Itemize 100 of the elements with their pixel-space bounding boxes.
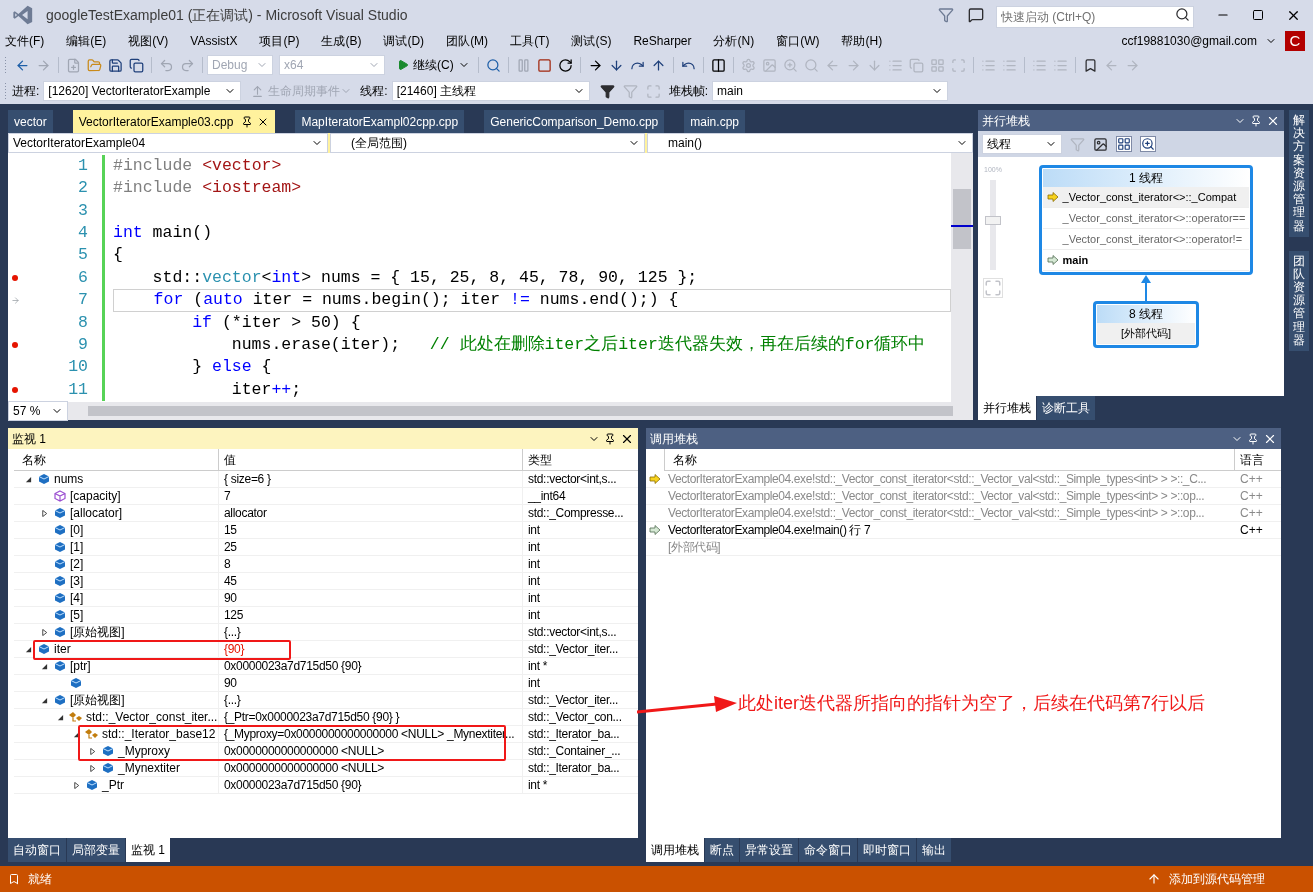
- pin-icon[interactable]: [241, 115, 254, 128]
- menu-item[interactable]: 分析(N): [708, 32, 760, 50]
- menu-item[interactable]: 文件(F): [0, 32, 50, 50]
- stack-frame-row[interactable]: _Vector_const_iterator<>::_Compat: [1042, 187, 1250, 208]
- collapsed-triangle-icon[interactable]: [88, 764, 96, 772]
- arrow-right-icon[interactable]: [587, 57, 603, 73]
- document-tab[interactable]: VectorIteratorExample03.cpp: [72, 110, 276, 133]
- horizontal-scrollbar[interactable]: [88, 406, 953, 416]
- column-header[interactable]: 类型: [523, 449, 638, 470]
- member-dropdown[interactable]: main(): [647, 133, 973, 153]
- collapsed-triangle-icon[interactable]: [88, 747, 96, 755]
- restart-icon[interactable]: [557, 57, 573, 73]
- menu-item[interactable]: 项目(P): [254, 32, 305, 50]
- panel-tab[interactable]: 自动窗口: [8, 838, 66, 862]
- maximize-icon[interactable]: [1252, 9, 1264, 21]
- menu-item[interactable]: 测试(S): [566, 32, 617, 50]
- panel-tab[interactable]: 断点: [705, 838, 739, 862]
- document-tab[interactable]: main.cpp: [684, 110, 745, 133]
- variable-type: int *: [527, 777, 549, 793]
- collapsed-triangle-icon[interactable]: [40, 509, 48, 517]
- arrow-up-icon[interactable]: [1147, 872, 1161, 886]
- thread-label: 线程:: [360, 83, 388, 100]
- columns-icon[interactable]: [710, 57, 726, 73]
- column-header[interactable]: 名称: [664, 449, 1235, 470]
- stack-frame-row[interactable]: _Vector_const_iterator<>::operator!=: [1042, 229, 1250, 250]
- slider-thumb[interactable]: [985, 215, 1001, 225]
- quick-launch-field[interactable]: 快速启动 (Ctrl+Q): [996, 6, 1194, 28]
- stack-frame-row[interactable]: [外部代码]: [1096, 323, 1196, 344]
- document-tab[interactable]: GenericComparison_Demo.cpp: [484, 110, 665, 133]
- collapsed-triangle-icon[interactable]: [72, 781, 80, 789]
- document-tab[interactable]: MapIteratorExampl02cpp.cpp: [295, 110, 465, 133]
- panel-tab[interactable]: 异常设置: [740, 838, 798, 862]
- feedback-icon[interactable]: [968, 7, 984, 23]
- document-tab[interactable]: vector: [8, 110, 53, 133]
- zoom-slider[interactable]: [985, 179, 1001, 270]
- avatar[interactable]: C: [1285, 31, 1305, 51]
- vertical-scrollbar[interactable]: [951, 153, 973, 402]
- column-header[interactable]: 语言: [1235, 449, 1281, 470]
- save-all-icon[interactable]: [129, 57, 144, 73]
- menu-item[interactable]: 帮助(H): [836, 32, 888, 50]
- call-stack-row[interactable]: VectorIteratorExample04.exe!std::_Vector_const_iterator<std::_Vector_val<std::_Simple_types<int> > >::op... C++: [646, 505, 1281, 522]
- menu-item[interactable]: 编辑(E): [61, 32, 112, 50]
- menu-item[interactable]: VAssistX: [185, 32, 243, 50]
- column-header[interactable]: 值: [219, 449, 523, 470]
- zoom-dropdown[interactable]: 57 %: [8, 401, 68, 421]
- search-icon[interactable]: [1175, 7, 1190, 22]
- panel-tab[interactable]: 局部变量: [67, 838, 125, 862]
- panel-tab[interactable]: 监视 1: [126, 838, 170, 862]
- menu-item[interactable]: ReSharper: [628, 32, 697, 50]
- menu-item[interactable]: 团队(M): [441, 32, 494, 50]
- pin-icon[interactable]: [1247, 432, 1259, 445]
- expanded-triangle-icon[interactable]: [56, 713, 64, 721]
- call-stack-row[interactable]: VectorIteratorExample04.exe!std::_Vector_const_iterator<std::_Vector_val<std::_Simple_types<int> > >::op... C++: [646, 488, 1281, 505]
- menu-item[interactable]: 工具(T): [505, 32, 555, 50]
- menu-item[interactable]: 窗口(W): [771, 32, 825, 50]
- stack-frame-label: 堆栈帧:: [668, 83, 709, 100]
- save-icon[interactable]: [108, 57, 123, 73]
- expanded-triangle-icon[interactable]: [24, 645, 32, 653]
- call-stack-row[interactable]: VectorIteratorExample04.exe!std::_Vector_const_iterator<std::_Vector_val<std::_Simple_types<int> > >::_C... C++: [646, 471, 1281, 488]
- side-tab[interactable]: 团队资源管理器: [1289, 250, 1309, 351]
- column-header[interactable]: 名称: [14, 449, 219, 470]
- panel-tab[interactable]: 并行堆栈: [978, 396, 1036, 420]
- expanded-triangle-icon[interactable]: [24, 475, 32, 483]
- step-out-icon[interactable]: [650, 57, 666, 73]
- panel-tab[interactable]: 命令窗口: [799, 838, 857, 862]
- process-dropdown[interactable]: [12620] VectorIteratorExample: [43, 81, 242, 101]
- stack-frame-dropdown[interactable]: main: [712, 81, 949, 101]
- step-into-icon[interactable]: [608, 57, 624, 73]
- panel-tab[interactable]: 输出: [917, 838, 951, 862]
- bookmark-icon[interactable]: [1082, 57, 1098, 73]
- collapsed-triangle-icon[interactable]: [40, 628, 48, 636]
- account-name[interactable]: ccf19881030@gmail.com: [1121, 32, 1257, 50]
- expanded-triangle-icon[interactable]: [40, 696, 48, 704]
- back-icon[interactable]: [15, 57, 30, 73]
- call-stack-row[interactable]: VectorIteratorExample04.exe!main() 行 7 C++: [646, 522, 1281, 539]
- source-control-link[interactable]: 添加到源代码管理: [1169, 870, 1265, 888]
- find-icon[interactable]: [485, 57, 501, 73]
- panel-tab[interactable]: 诊断工具: [1037, 396, 1095, 420]
- filter-icon[interactable]: [599, 83, 615, 99]
- pin-icon[interactable]: [604, 432, 616, 445]
- pin-icon[interactable]: [1250, 114, 1262, 127]
- project-dropdown[interactable]: VectorIteratorExample04: [8, 133, 328, 153]
- panel-tab[interactable]: 即时窗口: [858, 838, 916, 862]
- stack-frame-row[interactable]: main: [1042, 250, 1250, 271]
- call-stack-row[interactable]: [外部代码]: [646, 539, 1281, 556]
- zoom-icon[interactable]: [1140, 136, 1156, 152]
- menu-item[interactable]: 视图(V): [123, 32, 174, 50]
- thread-dropdown[interactable]: [21460] 主线程: [391, 81, 590, 101]
- menu-item[interactable]: 调试(D): [378, 32, 430, 50]
- menu-item[interactable]: 生成(B): [316, 32, 367, 50]
- stop-icon[interactable]: [536, 57, 552, 73]
- scope-dropdown[interactable]: (全局范围): [330, 133, 645, 153]
- layout-icon[interactable]: [1116, 136, 1132, 152]
- stack-frame-row[interactable]: _Vector_const_iterator<>::operator==: [1042, 208, 1250, 229]
- side-tab[interactable]: 解决方案资源管理器: [1289, 110, 1309, 237]
- variable-type: int: [527, 539, 541, 555]
- expanded-triangle-icon[interactable]: [40, 662, 48, 670]
- view-dropdown[interactable]: 线程: [982, 134, 1062, 154]
- continue-button[interactable]: 继续(C): [393, 56, 474, 74]
- panel-tab[interactable]: 调用堆栈: [646, 838, 704, 862]
